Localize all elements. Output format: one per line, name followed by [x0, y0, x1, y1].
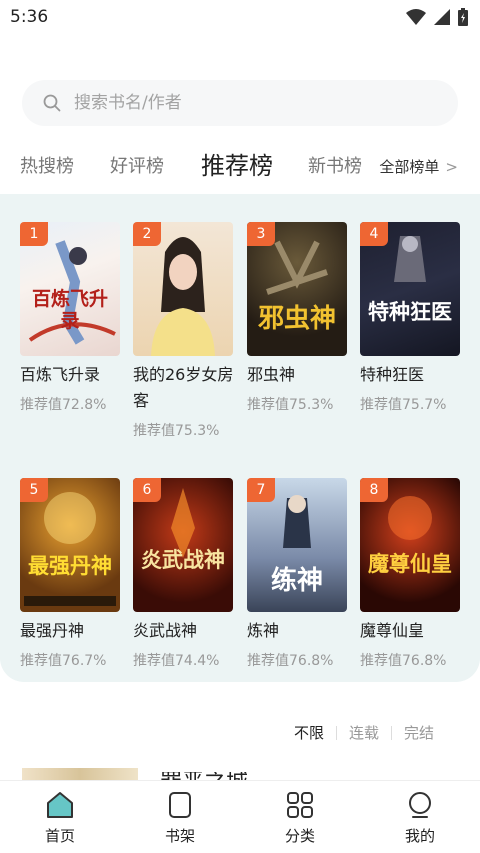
book-title: 邪虫神 [247, 365, 296, 384]
nav-bookshelf[interactable]: 书架 [120, 781, 240, 853]
rank-badge: 1 [20, 222, 48, 246]
rank-badge: 5 [20, 478, 48, 502]
status-filter: 不限 连载 完结 [294, 722, 434, 743]
book-card[interactable]: 1 百炼飞升录 百炼飞升录 推荐值72.8% [20, 222, 124, 414]
book-score: 推荐值76.7% [20, 653, 107, 669]
book-title: 最强丹神 [20, 621, 85, 640]
rank-badge: 3 [247, 222, 275, 246]
book-card[interactable]: 5 最强丹神 最强丹神 推荐值76.7% [20, 478, 124, 670]
book-score: 推荐值72.8% [20, 397, 107, 413]
filter-all[interactable]: 不限 [294, 722, 324, 743]
profile-icon [409, 792, 431, 818]
signal-icon [434, 9, 450, 25]
battery-icon [458, 8, 468, 26]
book-cover: 2 [133, 222, 233, 356]
bookshelf-icon [169, 792, 191, 818]
book-score: 推荐值74.4% [133, 653, 220, 669]
book-cover: 3 邪虫神 [247, 222, 347, 356]
nav-label: 我的 [404, 827, 435, 845]
wifi-icon [406, 9, 426, 25]
nav-label: 首页 [44, 827, 75, 845]
book-title: 百炼飞升录 [20, 365, 101, 384]
filter-divider [335, 725, 337, 740]
all-ranks-link[interactable]: 全部榜单 > [379, 156, 458, 177]
book-score: 推荐值76.8% [360, 653, 447, 669]
status-bar: 5:36 [0, 0, 480, 34]
rank-tabs: 热搜榜 好评榜 推荐榜 新书榜 全部榜单 > [0, 146, 480, 186]
nav-profile[interactable]: 我的 [360, 781, 480, 853]
book-card[interactable]: 7 练神 炼神 推荐值76.8% [247, 478, 351, 670]
search-input[interactable] [74, 93, 414, 113]
book-cover: 5 最强丹神 [20, 478, 120, 612]
book-score: 推荐值76.8% [247, 653, 334, 669]
book-title: 特种狂医 [360, 365, 425, 384]
book-card[interactable]: 6 炎武战神 炎武战神 推荐值74.4% [133, 478, 237, 670]
rank-badge: 2 [133, 222, 161, 246]
all-ranks-label: 全部榜单 [379, 158, 440, 176]
status-icons [406, 8, 468, 26]
nav-label: 分类 [284, 827, 315, 845]
tab-new-books[interactable]: 新书榜 [308, 152, 362, 178]
book-cover: 4 特种狂医 [360, 222, 460, 356]
chevron-right-icon: > [445, 157, 458, 176]
cover-title: 练神 [270, 566, 323, 596]
search-icon [43, 94, 61, 112]
rank-badge: 6 [133, 478, 161, 502]
book-cover: 8 魔尊仙皇 [360, 478, 460, 612]
nav-category[interactable]: 分类 [240, 781, 360, 853]
book-cover: 7 练神 [247, 478, 347, 612]
category-icon [287, 792, 313, 818]
home-icon [47, 792, 73, 818]
book-title: 炎武战神 [133, 621, 198, 640]
nav-label: 书架 [164, 827, 195, 845]
book-ranking-panel: 1 百炼飞升录 百炼飞升录 推荐值72.8% 2 我的26岁女房客 推荐值75.… [0, 194, 480, 682]
cover-title: 特种狂医 [368, 299, 452, 324]
book-cover: 6 炎武战神 [133, 478, 233, 612]
cover-title: 百炼飞升录 [31, 288, 108, 332]
tab-recommended[interactable]: 推荐榜 [201, 146, 273, 181]
book-score: 推荐值75.7% [360, 397, 447, 413]
rank-badge: 7 [247, 478, 275, 502]
book-card[interactable]: 8 魔尊仙皇 魔尊仙皇 推荐值76.8% [360, 478, 464, 670]
tab-hot-search[interactable]: 热搜榜 [20, 152, 74, 178]
status-time: 5:36 [10, 7, 49, 27]
rank-badge: 8 [360, 478, 388, 502]
cover-title: 邪虫神 [257, 304, 336, 334]
cover-title: 魔尊仙皇 [368, 551, 452, 576]
book-card[interactable]: 3 邪虫神 邪虫神 推荐值75.3% [247, 222, 351, 414]
book-title: 魔尊仙皇 [360, 621, 425, 640]
cover-title: 炎武战神 [141, 547, 225, 572]
book-title: 炼神 [247, 621, 280, 640]
rank-badge: 4 [360, 222, 388, 246]
bottom-nav: 首页 书架 分类 我的 [0, 780, 480, 853]
cover-title: 最强丹神 [28, 553, 112, 578]
book-score: 推荐值75.3% [247, 397, 334, 413]
tab-good-reviews[interactable]: 好评榜 [110, 152, 164, 178]
book-card[interactable]: 2 我的26岁女房客 推荐值75.3% [133, 222, 237, 440]
book-cover: 1 百炼飞升录 [20, 222, 120, 356]
search-box[interactable] [22, 80, 458, 126]
filter-divider [390, 725, 392, 740]
book-score: 推荐值75.3% [133, 423, 220, 439]
book-title: 我的26岁女房客 [133, 365, 234, 410]
filter-ongoing[interactable]: 连载 [349, 722, 379, 743]
filter-completed[interactable]: 完结 [404, 722, 434, 743]
book-card[interactable]: 4 特种狂医 特种狂医 推荐值75.7% [360, 222, 464, 414]
nav-home[interactable]: 首页 [0, 781, 120, 853]
